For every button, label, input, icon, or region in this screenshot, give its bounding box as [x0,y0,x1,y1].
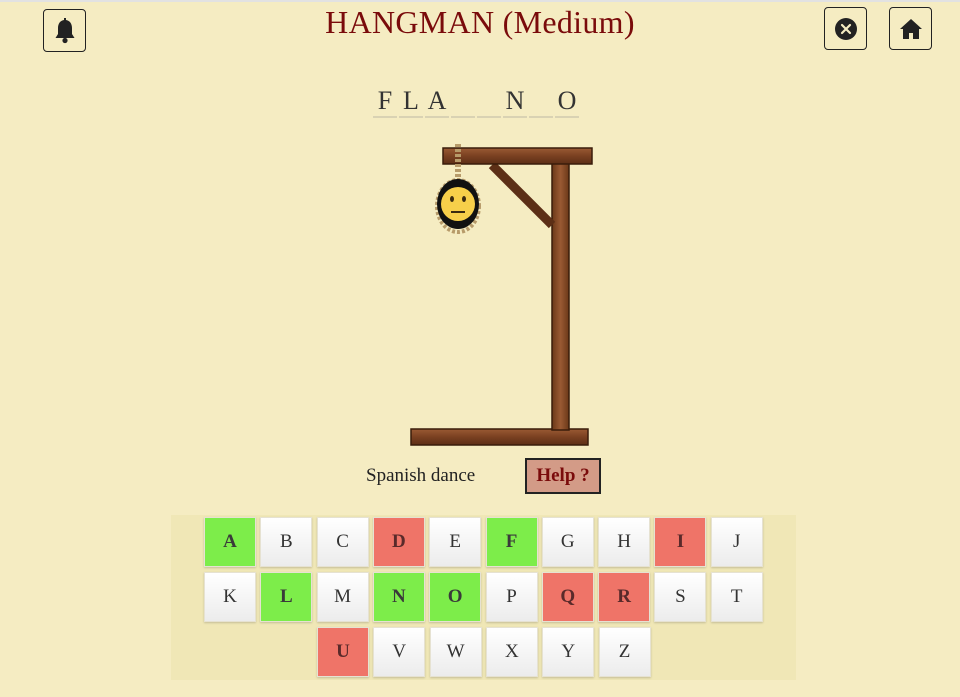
letter-slot: F [373,86,397,118]
letter-slot: N [503,86,527,118]
gallows-beam [442,147,593,165]
key-s[interactable]: S [654,572,707,622]
gallows-drawing [410,144,593,446]
neutral-face-icon [441,187,475,221]
key-t[interactable]: T [710,572,763,622]
key-a[interactable]: A [204,517,256,567]
letter-slot: O [555,86,579,118]
key-i[interactable]: I [654,517,707,567]
key-d[interactable]: D [372,517,425,567]
key-z[interactable]: Z [598,627,651,677]
key-m[interactable]: M [316,572,369,622]
clue-text: Spanish dance [366,465,476,486]
key-c[interactable]: C [316,517,369,567]
key-y[interactable]: Y [542,627,595,677]
key-j[interactable]: J [710,517,763,567]
letter-slot: L [399,86,423,118]
key-u[interactable]: U [317,627,369,677]
letter-slot: A [425,86,449,118]
gallows-base [410,428,589,446]
key-p[interactable]: P [485,572,538,622]
home-icon [899,18,922,39]
key-k[interactable]: K [204,572,256,622]
key-l[interactable]: L [260,572,313,622]
letter-slot [451,86,475,118]
key-x[interactable]: X [485,627,538,677]
home-button[interactable] [889,7,932,50]
key-v[interactable]: V [373,627,426,677]
key-e[interactable]: E [429,517,482,567]
key-r[interactable]: R [598,572,651,622]
key-o[interactable]: O [429,572,482,622]
close-circle-icon [834,17,857,40]
key-w[interactable]: W [429,627,482,677]
gallows-post [551,161,570,431]
letter-slot [529,86,553,118]
gallows-brace [488,161,556,229]
help-button[interactable]: Help ? [525,458,601,494]
word-display: FLA NO [373,86,579,118]
key-h[interactable]: H [598,517,651,567]
page-title: HANGMAN (Medium) [325,4,635,40]
key-f[interactable]: F [485,517,538,567]
key-n[interactable]: N [372,572,425,622]
key-b[interactable]: B [260,517,313,567]
letter-slot [477,86,501,118]
close-button[interactable] [824,7,867,50]
letter-keyboard: ABCDEFGHIJ KLMNOPQRST UVWXYZ [171,515,796,680]
top-border [0,0,960,2]
key-q[interactable]: Q [541,572,594,622]
key-g[interactable]: G [541,517,594,567]
